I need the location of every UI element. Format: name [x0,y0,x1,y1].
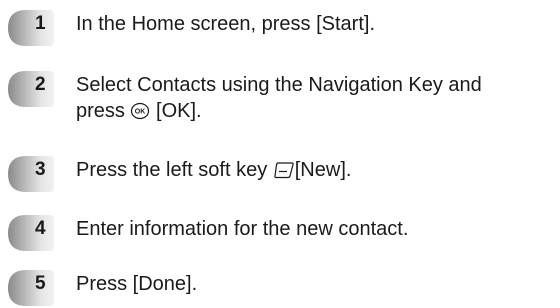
step-text: In the Home screen, press [Start]. [76,13,376,35]
step-text-line1: Select Contacts using the Navigation Key… [76,74,482,96]
step-badge-shape [8,270,54,306]
ok-key-icon: OK [130,101,150,127]
step-number-badge: 2 [2,69,56,109]
left-soft-key-icon [273,160,295,186]
step-number-badge: 3 [2,154,56,194]
step-text-line2-prefix: press [76,100,131,122]
step-text-suffix: [New]. [294,159,352,181]
step-text-line2-suffix: [OK]. [150,100,202,122]
step-text: Select Contacts using the Navigation Key… [76,72,556,127]
step-badge-shape [8,71,54,107]
step-number-badge: 1 [2,8,56,48]
step-text: Enter information for the new contact. [76,218,409,240]
step-badge-shape [8,156,54,192]
step-number: 2 [35,74,46,95]
step-number: 5 [35,273,46,294]
step-badge-shape [8,215,54,251]
step-badge-shape [8,10,54,46]
step-number: 4 [35,218,46,239]
step-text: Press [Done]. [76,273,198,295]
svg-text:OK: OK [135,109,146,116]
step-number-badge: 4 [2,213,56,253]
step-number: 3 [35,159,46,180]
step-number: 1 [35,13,46,34]
step-text: Press the left soft key [New]. [76,157,556,186]
step-text-prefix: Press the left soft key [76,159,273,181]
step-number-badge: 5 [2,268,56,308]
